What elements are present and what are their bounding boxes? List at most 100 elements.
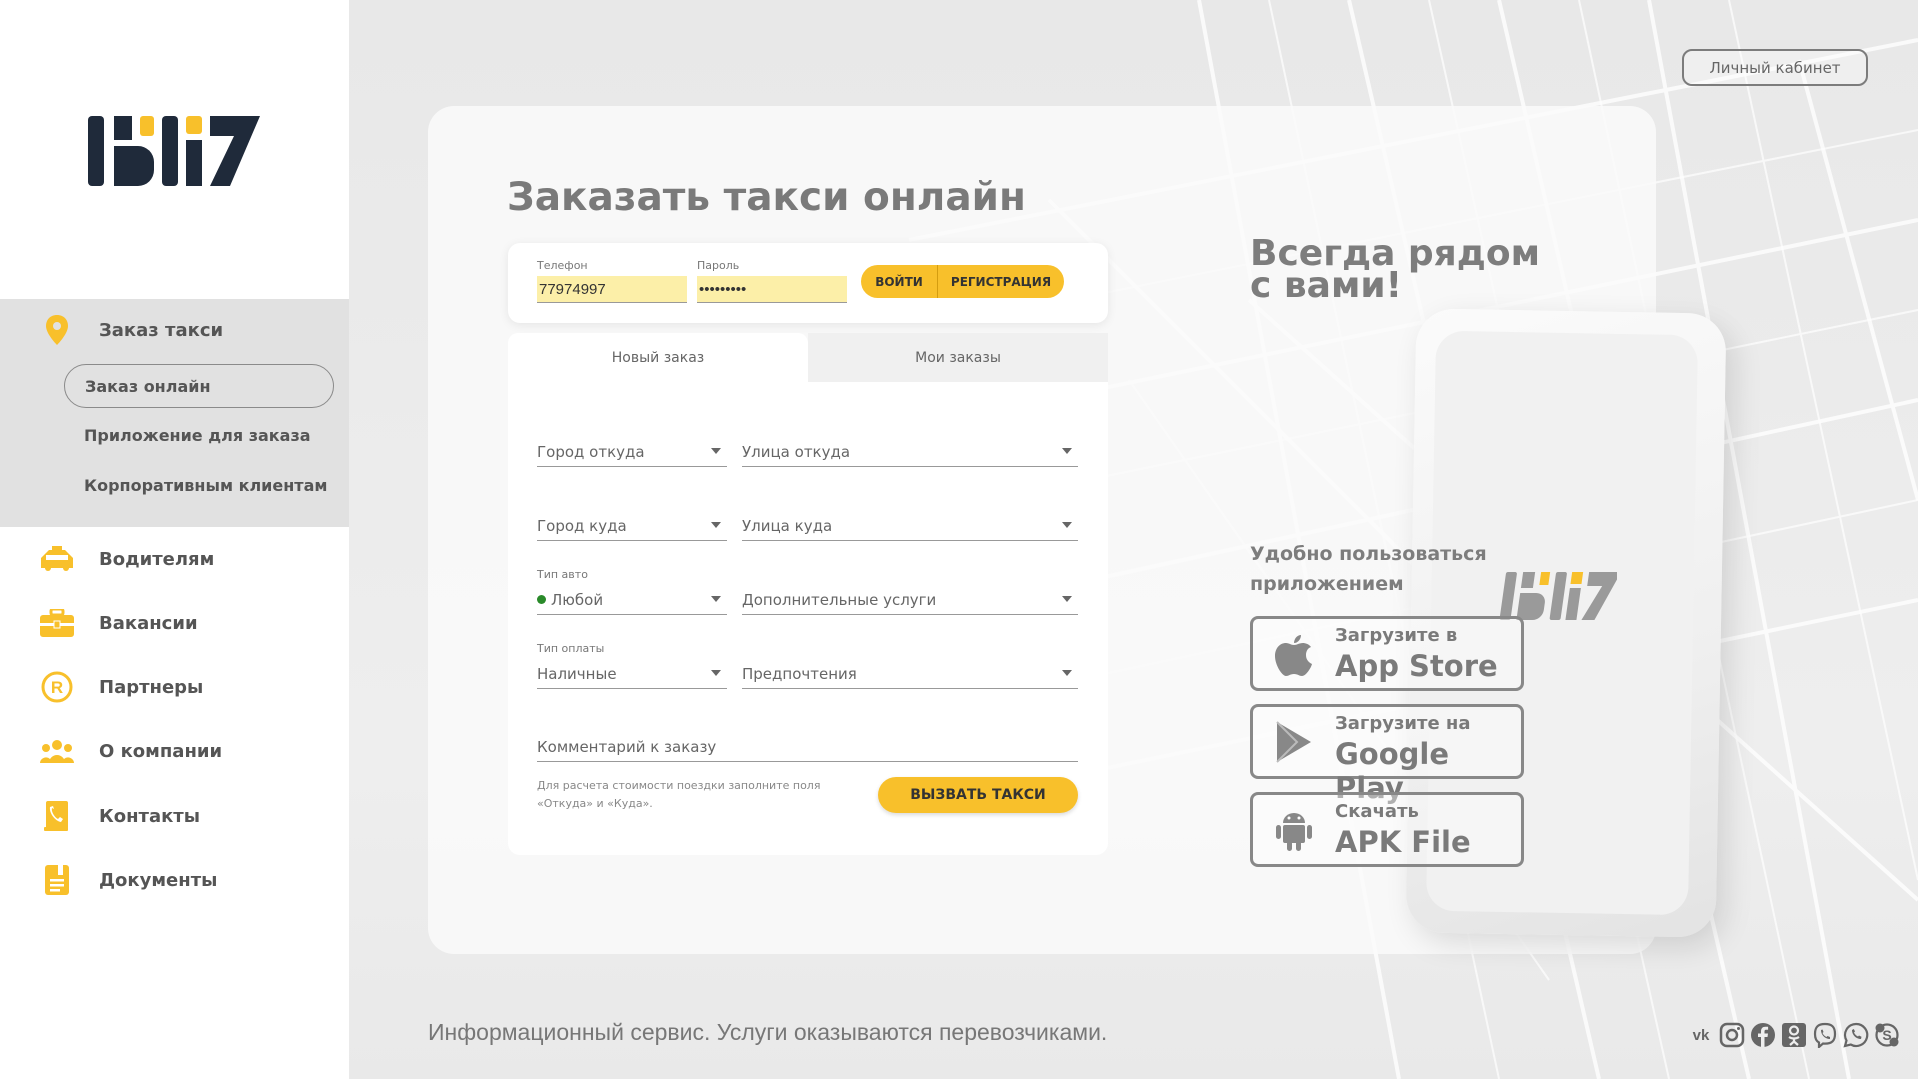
svg-text:S: S (1882, 1027, 1891, 1043)
car-type-label: Тип авто (537, 568, 588, 581)
tab-my-orders[interactable]: Мои заказы (808, 333, 1108, 382)
sidebar-item-vacancies[interactable]: Вакансии (0, 603, 349, 643)
phone-input[interactable] (537, 276, 687, 303)
sidebar-subitem-app[interactable]: Приложение для заказа (64, 413, 334, 457)
sidebar-item-order[interactable]: Заказ такси (0, 310, 349, 350)
vk-icon[interactable]: vk (1688, 1022, 1714, 1048)
sidebar-item-label: Водителям (99, 548, 215, 570)
password-input[interactable] (697, 276, 847, 303)
location-pin-icon (40, 313, 74, 347)
city-from-text: Город откуда (537, 442, 645, 461)
extra-services-text: Дополнительные услуги (742, 590, 937, 609)
street-to-select[interactable]: Улица куда (742, 511, 1078, 541)
city-to-text: Город куда (537, 516, 627, 535)
facebook-icon[interactable] (1750, 1022, 1776, 1048)
comment-input[interactable]: Комментарий к заказу (537, 732, 1078, 762)
register-button[interactable]: РЕГИСТРАЦИЯ (938, 265, 1064, 298)
phone-book-icon (40, 799, 74, 833)
taxi-car-icon (40, 542, 74, 576)
document-icon (40, 863, 74, 897)
sidebar-item-label: Заказ такси (99, 319, 224, 341)
login-panel: Телефон Пароль ВОЙТИ РЕГИСТРАЦИЯ (508, 243, 1108, 323)
auth-buttons: ВОЙТИ РЕГИСТРАЦИЯ (861, 265, 1064, 298)
apk-file-button[interactable]: Скачать APK File (1250, 792, 1524, 867)
promo-subtitle-line1: Удобно пользоваться (1250, 543, 1487, 565)
car-type-select[interactable]: Любой (537, 585, 727, 615)
payment-type-value: Наличные (537, 664, 617, 683)
android-icon (1276, 813, 1312, 851)
price-hint: Для расчета стоимости поездки заполните … (537, 779, 821, 810)
preferences-select[interactable]: Предпочтения (742, 659, 1078, 689)
street-to-text: Улица куда (742, 516, 833, 535)
login-button[interactable]: ВОЙТИ (861, 265, 938, 298)
chevron-down-icon (1062, 596, 1072, 602)
phone-label: Телефон (537, 259, 588, 272)
order-form: Город откуда Улица откуда Город куда Ули… (508, 382, 1108, 855)
comment-placeholder: Комментарий к заказу (537, 737, 717, 756)
google-play-icon (1276, 721, 1311, 763)
street-from-select[interactable]: Улица откуда (742, 437, 1078, 467)
call-taxi-button[interactable]: ВЫЗВАТЬ ТАКСИ (878, 777, 1078, 813)
people-icon (40, 734, 74, 768)
briefcase-icon (40, 606, 74, 640)
chevron-down-icon (1062, 670, 1072, 676)
svg-text:vk: vk (1693, 1027, 1710, 1044)
promo-title: Всегда рядом с вами! (1250, 236, 1610, 306)
svg-text:R: R (51, 678, 63, 697)
app-store-line2: App Store (1335, 649, 1498, 683)
odnoklassniki-icon[interactable] (1781, 1022, 1807, 1048)
apk-line1: Скачать (1335, 801, 1419, 822)
chevron-down-icon (711, 522, 721, 528)
sidebar-item-about[interactable]: О компании (0, 731, 349, 771)
app-store-line1: Загрузите в (1335, 625, 1458, 646)
footer-disclaimer: Информационный сервис. Услуги оказываютс… (428, 1019, 1108, 1045)
password-label: Пароль (697, 259, 740, 272)
promo-subtitle: Удобно пользоваться приложением (1250, 539, 1510, 599)
nav-group-order: Заказ такси Заказ онлайн Приложение для … (0, 299, 349, 527)
order-panel: Мои заказы Новый заказ Город откуда Улиц… (508, 333, 1108, 855)
brand-logo[interactable] (88, 116, 260, 186)
payment-type-label: Тип оплаты (537, 642, 605, 655)
status-dot-icon (537, 595, 546, 604)
sidebar-item-documents[interactable]: Документы (0, 860, 349, 900)
sidebar-item-label: Вакансии (99, 612, 198, 634)
chevron-down-icon (1062, 522, 1072, 528)
registered-icon: R (40, 670, 74, 704)
extra-services-select[interactable]: Дополнительные услуги (742, 585, 1078, 615)
chevron-down-icon (711, 670, 721, 676)
sidebar-subitem-online-order[interactable]: Заказ онлайн (64, 364, 334, 408)
apple-icon (1275, 635, 1312, 676)
promo-subtitle-line2: приложением (1250, 573, 1404, 595)
sidebar-item-label: Контакты (99, 805, 201, 827)
google-play-line1: Загрузите на (1335, 713, 1471, 734)
chevron-down-icon (711, 596, 721, 602)
sidebar-item-contacts[interactable]: Контакты (0, 796, 349, 836)
instagram-icon[interactable] (1719, 1022, 1745, 1048)
chevron-down-icon (711, 448, 721, 454)
sidebar-item-label: О компании (99, 740, 223, 762)
promo-title-line2: с вами! (1250, 265, 1403, 306)
street-from-text: Улица откуда (742, 442, 851, 461)
car-type-value: Любой (551, 590, 604, 609)
sidebar-item-partners[interactable]: R Партнеры (0, 667, 349, 707)
viber-icon[interactable] (1812, 1022, 1838, 1048)
city-from-select[interactable]: Город откуда (537, 437, 727, 467)
google-play-button[interactable]: Загрузите на Google Play (1250, 704, 1524, 805)
tab-new-order[interactable]: Новый заказ (508, 333, 808, 382)
whatsapp-icon[interactable] (1843, 1022, 1869, 1048)
payment-type-select[interactable]: Наличные (537, 659, 727, 689)
sidebar-subitem-corporate[interactable]: Корпоративным клиентам (64, 463, 334, 507)
city-to-select[interactable]: Город куда (537, 511, 727, 541)
preferences-text: Предпочтения (742, 664, 857, 683)
sidebar-item-drivers[interactable]: Водителям (0, 539, 349, 579)
skype-icon[interactable]: S (1874, 1022, 1900, 1048)
personal-cabinet-button[interactable]: Личный кабинет (1682, 49, 1868, 86)
apk-line2: APK File (1335, 825, 1471, 859)
app-store-button[interactable]: Загрузите в App Store (1250, 616, 1524, 691)
brand-logo-small (1499, 572, 1617, 620)
sidebar: Заказ такси Заказ онлайн Приложение для … (0, 0, 349, 1079)
sidebar-item-label: Документы (99, 869, 218, 891)
social-links: vk S (1688, 1022, 1900, 1048)
page-title: Заказать такси онлайн (507, 175, 1026, 220)
chevron-down-icon (1062, 448, 1072, 454)
